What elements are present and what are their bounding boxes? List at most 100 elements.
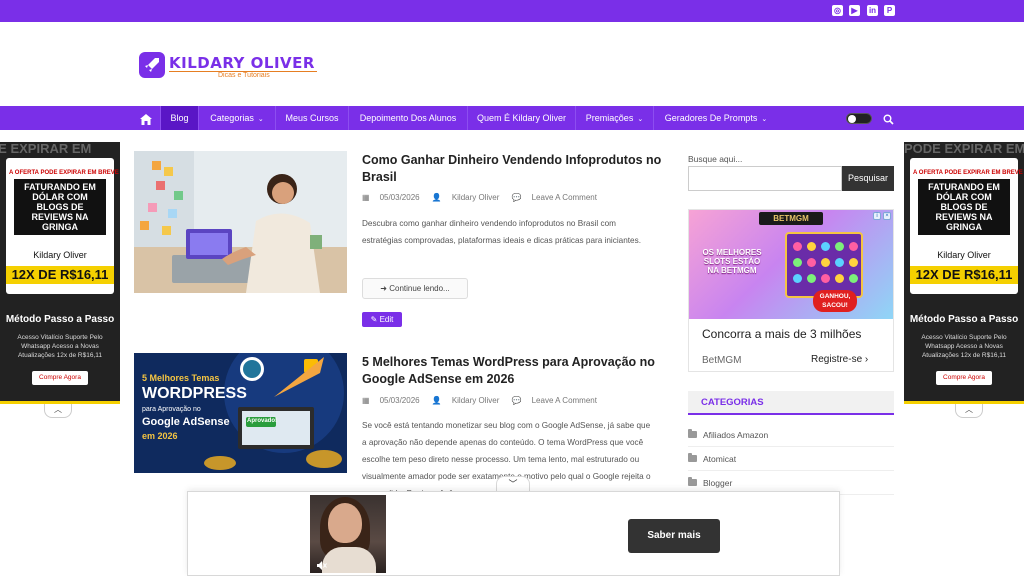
post-excerpt: Descubra como ganhar dinheiro vendendo i… xyxy=(362,219,641,245)
betmgm-burst: GANHOU, SACOU! xyxy=(813,290,857,312)
nav-item-premiacoes[interactable]: Premiações ⌄ xyxy=(575,106,653,130)
betmgm-logo: BETMGM xyxy=(759,212,823,225)
search-button[interactable]: Pesquisar xyxy=(842,166,894,191)
ad-cta-button[interactable]: Compre Agora xyxy=(936,371,992,385)
ad-top-text: PODE EXPIRAR EM xyxy=(904,142,1024,156)
post-author[interactable]: Kildary Oliver xyxy=(452,193,500,202)
ad-card: A OFERTA PODE EXPIRAR EM BREVE FATURANDO… xyxy=(910,158,1023,294)
category-item[interactable]: Atomicat xyxy=(688,447,894,471)
right-side-ad[interactable]: A OFERTA PODE EXPIRAR EM BREVE FATURANDO… xyxy=(904,142,1024,404)
post-meta: ▦ 05/03/2026 👤 Kildary Oliver 💬 Leave A Com… xyxy=(362,396,607,405)
ad-card: A OFERTA PODE EXPIRAR EM BREVE FATURANDO… xyxy=(6,158,119,294)
chevron-down-icon: ⌄ xyxy=(761,116,768,123)
thumb-text-1: 5 Melhores Temas xyxy=(142,373,220,383)
ad-desc: Acesso Vitalício Suporte Pelo Whatsapp A… xyxy=(17,334,103,359)
user-icon: 👤 xyxy=(431,193,442,202)
pinterest-icon[interactable]: P xyxy=(884,5,895,16)
post-title[interactable]: Como Ganhar Dinheiro Vendendo Infoprodut… xyxy=(362,152,662,186)
search-label: Busque aqui... xyxy=(688,154,743,164)
betmgm-brand: BetMGM xyxy=(702,355,742,366)
right-ad-collapse[interactable]: ︿ xyxy=(955,404,983,418)
video-person-body xyxy=(322,547,376,573)
ad-headline: FATURANDO EM DÓLAR COM BLOGS DE REVIEWS … xyxy=(918,179,1010,235)
ad-name: Kildary Oliver xyxy=(33,250,87,260)
chevron-down-icon: ⌄ xyxy=(257,116,264,123)
top-bar: ◎ ▶ in P xyxy=(0,0,1024,22)
left-ad-collapse[interactable]: ︿ xyxy=(44,404,72,418)
site-header: KILDARY OLIVER Dicas e Tutoriais xyxy=(0,22,1024,106)
thumb-text-2: WORDPRESS xyxy=(142,385,247,402)
ad-desc: Acesso Vitalício Suporte Pelo Whatsapp A… xyxy=(921,334,1007,359)
thumb-text-3: para Aprovação no xyxy=(142,406,201,413)
post-date: 05/03/2026 xyxy=(379,396,420,405)
folder-icon xyxy=(688,453,697,462)
post-thumbnail[interactable] xyxy=(134,151,347,293)
ad-top-text: PODE EXPIRAR EM xyxy=(0,142,92,156)
ad-headline: FATURANDO EM DÓLAR COM BLOGS DE REVIEWS … xyxy=(14,179,106,235)
left-side-ad[interactable]: A OFERTA PODE EXPIRAR EM BREVE FATURANDO… xyxy=(0,142,120,404)
nav-item-blog[interactable]: Blog xyxy=(160,106,198,130)
logo-subtitle: Dicas e Tutoriais xyxy=(218,72,270,79)
ad-choices-icon[interactable]: i xyxy=(873,212,881,220)
betmgm-headline: Concorra a mais de 3 milhões xyxy=(702,327,862,341)
thumb-text-5: em 2026 xyxy=(142,431,178,441)
search-icon[interactable] xyxy=(883,112,894,130)
slot-machine-graphic xyxy=(785,232,863,298)
edit-button[interactable]: ✎ Edit xyxy=(362,312,402,327)
logo-rocket-icon[interactable] xyxy=(139,52,165,78)
home-icon[interactable] xyxy=(140,112,152,130)
continue-reading-button[interactable]: ➜ Continue lendo... xyxy=(362,278,468,299)
search-input[interactable] xyxy=(688,166,842,191)
thumb-text-4: Google AdSense xyxy=(142,416,230,428)
learn-more-button[interactable]: Saber mais xyxy=(628,519,720,553)
youtube-icon[interactable]: ▶ xyxy=(849,5,860,16)
betmgm-promo-text: OS MELHORES SLOTS ESTÃO NA BETMGM xyxy=(702,248,762,275)
logo-title[interactable]: KILDARY OLIVER xyxy=(169,54,315,72)
nav-item-geradores[interactable]: Geradores De Prompts ⌄ xyxy=(653,106,778,130)
post-comments[interactable]: Leave A Comment xyxy=(532,193,597,202)
betmgm-register-link[interactable]: Registre-se › xyxy=(811,354,868,365)
comment-icon: 💬 xyxy=(511,396,522,405)
main-nav: Blog Categorias ⌄ Meus Cursos Depoimento … xyxy=(0,106,1024,130)
ad-price: 12X DE R$16,11 xyxy=(6,266,114,284)
post-comments[interactable]: Leave A Comment xyxy=(532,396,597,405)
nav-item-meus-cursos[interactable]: Meus Cursos xyxy=(275,106,348,130)
nav-item-quem-e[interactable]: Quem É Kildary Oliver xyxy=(467,106,575,130)
post-meta: ▦ 05/03/2026 👤 Kildary Oliver 💬 Leave A Com… xyxy=(362,193,607,202)
ad-offer-line: A OFERTA PODE EXPIRAR EM BREVE xyxy=(913,170,1023,176)
ad-price: 12X DE R$16,11 xyxy=(910,266,1018,284)
post-author[interactable]: Kildary Oliver xyxy=(452,396,500,405)
nav-item-depoimento[interactable]: Depoimento Dos Alunos xyxy=(348,106,467,130)
post-title[interactable]: 5 Melhores Temas WordPress para Aprovaçã… xyxy=(362,354,662,388)
nav-item-categorias[interactable]: Categorias ⌄ xyxy=(198,106,275,130)
ad-offer-line: A OFERTA PODE EXPIRAR EM BREVE xyxy=(9,170,119,176)
bottom-ad-collapse[interactable]: ﹀ xyxy=(496,476,530,492)
ad-title: Método Passo a Passo xyxy=(5,314,115,325)
mute-icon[interactable] xyxy=(317,557,327,573)
folder-icon xyxy=(688,477,697,486)
linkedin-icon[interactable]: in xyxy=(867,5,878,16)
categories-heading: CATEGORIAS xyxy=(688,391,894,415)
folder-icon xyxy=(688,429,697,438)
toggle-knob xyxy=(848,115,856,123)
instagram-icon[interactable]: ◎ xyxy=(832,5,843,16)
ad-cta-button[interactable]: Compre Agora xyxy=(32,371,88,385)
ad-name: Kildary Oliver xyxy=(937,250,991,260)
video-person-face xyxy=(328,503,362,543)
thumb-text-approved: Aprovado! xyxy=(247,418,277,424)
chevron-down-icon: ⌄ xyxy=(637,116,644,123)
calendar-icon: ▦ xyxy=(362,193,370,202)
ad-close-icon[interactable]: × xyxy=(883,212,891,220)
comment-icon: 💬 xyxy=(511,193,522,202)
betmgm-ad-image: BETMGM OS MELHORES SLOTS ESTÃO NA BETMGM… xyxy=(689,210,893,319)
betmgm-ad[interactable]: BETMGM OS MELHORES SLOTS ESTÃO NA BETMGM… xyxy=(688,209,894,372)
bottom-anchor-ad[interactable]: Saber mais xyxy=(187,491,840,576)
ad-video-thumbnail[interactable] xyxy=(310,495,386,573)
calendar-icon: ▦ xyxy=(362,396,370,405)
post-date: 05/03/2026 xyxy=(379,193,420,202)
dark-mode-toggle[interactable] xyxy=(846,113,872,124)
arrow-right-circle-icon: ➜ xyxy=(380,284,387,293)
category-item[interactable]: Afiliados Amazon xyxy=(688,423,894,447)
post-thumbnail[interactable]: 5 Melhores Temas WORDPRESS para Aprovaçã… xyxy=(134,353,347,473)
ad-title: Método Passo a Passo xyxy=(909,314,1019,325)
